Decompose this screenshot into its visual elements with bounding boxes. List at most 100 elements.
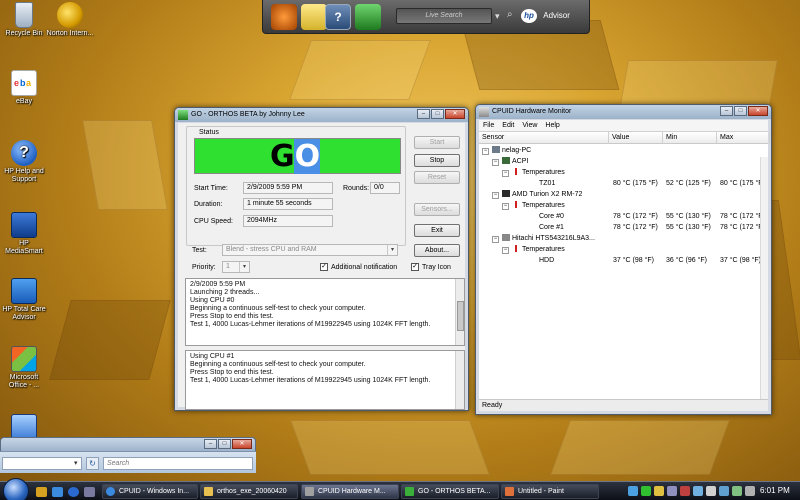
tray-hp-icon[interactable] (667, 486, 677, 496)
test-select[interactable]: Blend - stress CPU and RAM ▾ (222, 244, 398, 256)
sensor-min: 36 °C (96 °F) (666, 257, 707, 264)
collapse-icon[interactable]: − (502, 203, 509, 210)
tray-security-icon[interactable] (680, 486, 690, 496)
taskbar-item-orthos-folder[interactable]: orthos_exe_20060420 (200, 484, 298, 499)
tray-icon-checkbox[interactable]: ✓ Tray Icon (411, 263, 451, 272)
search-dropdown-icon[interactable]: ▾ (495, 11, 505, 21)
log-panel-cpu0[interactable]: 2/9/2009 5:59 PM Launching 2 threads... … (185, 278, 465, 346)
tray-norton-icon[interactable] (654, 486, 664, 496)
menu-edit[interactable]: Edit (502, 120, 514, 131)
tray-network-icon[interactable] (628, 486, 638, 496)
desktop-icon-ms-office[interactable]: Microsoft Office - ... (0, 346, 48, 390)
column-header-max[interactable]: Max (717, 132, 770, 144)
reset-button[interactable]: Reset (414, 171, 460, 184)
start-button[interactable]: Start (414, 136, 460, 149)
notes-icon[interactable] (301, 4, 327, 30)
desktop-icon-ebay[interactable]: e b a eBay (0, 70, 48, 106)
tree-row[interactable]: − Hitachi HTS543216L9A3... (479, 233, 768, 244)
desktop-icon-hp-total-care[interactable]: HP Total Care Advisor (0, 278, 48, 322)
sensor-scrollbar[interactable] (760, 157, 768, 399)
tray-sync-icon[interactable] (732, 486, 742, 496)
close-button[interactable]: ✕ (445, 109, 465, 119)
minimize-button[interactable]: – (720, 106, 733, 116)
tree-row[interactable]: − Temperatures (479, 200, 768, 211)
taskbar-item-cpuid-ie[interactable]: CPUID - Windows In... (102, 484, 198, 499)
close-button[interactable]: ✕ (232, 439, 252, 449)
internet-explorer-icon[interactable] (68, 487, 79, 497)
live-search-input[interactable]: Live Search (396, 8, 492, 24)
tray-misc-icon[interactable] (745, 486, 755, 496)
exit-button[interactable]: Exit (414, 224, 460, 237)
collapse-icon[interactable]: − (482, 148, 489, 155)
show-desktop-icon[interactable] (36, 487, 47, 497)
log-scrollbar[interactable] (455, 351, 464, 409)
address-bar[interactable] (2, 457, 82, 470)
collapse-icon[interactable]: − (502, 247, 509, 254)
media-icon[interactable] (84, 487, 95, 497)
tray-wireless-icon[interactable] (693, 486, 703, 496)
explorer-titlebar[interactable]: – □ ✕ (0, 437, 256, 451)
refresh-icon[interactable]: ↻ (86, 457, 99, 470)
column-header-value[interactable]: Value (609, 132, 663, 144)
sensors-button[interactable]: Sensors... (414, 203, 460, 216)
tree-row[interactable]: − nelag-PC (479, 145, 768, 156)
desktop-icon-recycle-bin[interactable]: Recycle Bin (0, 2, 48, 38)
minimize-button[interactable]: – (204, 439, 217, 449)
maximize-button[interactable]: □ (431, 109, 444, 119)
tree-row[interactable]: − ACPI (479, 156, 768, 167)
tray-volume-icon[interactable] (719, 486, 729, 496)
network-icon[interactable] (355, 4, 381, 30)
switch-windows-icon[interactable] (52, 487, 63, 497)
tray-battery-icon[interactable] (706, 486, 716, 496)
cpuid-titlebar[interactable]: CPUID Hardware Monitor – □ ✕ (476, 105, 771, 119)
menu-view[interactable]: View (522, 120, 537, 131)
priority-select[interactable]: 1 ▾ (222, 261, 250, 273)
sensor-max: 78 °C (172 °F) (720, 213, 765, 220)
desktop-icon-hp-help[interactable]: ? HP Help and Support (0, 140, 48, 184)
sensor-name: Core #0 (539, 213, 564, 220)
menu-help[interactable]: Help (545, 120, 559, 131)
search-icon[interactable]: ⌕ (507, 9, 519, 21)
go-letter-g: G (270, 139, 295, 174)
close-button[interactable]: ✕ (748, 106, 768, 116)
taskbar-item-paint[interactable]: Untitled - Paint (501, 484, 599, 499)
collapse-icon[interactable]: − (492, 159, 499, 166)
help-icon[interactable]: ? (325, 4, 351, 30)
taskbar-item-cpuid-hwmonitor[interactable]: CPUID Hardware M... (301, 484, 399, 499)
explorer-search-input[interactable]: Search (103, 457, 253, 470)
chevron-down-icon[interactable]: ▾ (74, 459, 78, 467)
tree-row-tz01[interactable]: TZ01 80 °C (175 °F) 52 °C (125 °F) 80 °C… (479, 178, 768, 189)
desktop-icon-hp-mediasmart[interactable]: HP MediaSmart (0, 212, 48, 256)
tools-icon[interactable] (271, 4, 297, 30)
scrollbar-thumb[interactable] (457, 301, 464, 331)
log-panel-cpu1[interactable]: Using CPU #1 Beginning a continuous self… (185, 350, 465, 410)
tree-row-core1[interactable]: Core #1 78 °C (172 °F) 55 °C (130 °F) 78… (479, 222, 768, 233)
desktop-icon-norton[interactable]: Norton Intern... (46, 2, 94, 38)
tree-row[interactable]: − AMD Turion X2 RM-72 (479, 189, 768, 200)
sensor-value: 80 °C (175 °F) (613, 180, 658, 187)
maximize-button[interactable]: □ (734, 106, 747, 116)
column-header-sensor[interactable]: Sensor (479, 132, 609, 144)
additional-notification-checkbox[interactable]: ✓ Additional notification (320, 263, 397, 272)
collapse-icon[interactable]: − (492, 192, 499, 199)
tree-row[interactable]: − Temperatures (479, 167, 768, 178)
tree-row-hdd[interactable]: HDD 37 °C (98 °F) 36 °C (96 °F) 37 °C (9… (479, 255, 768, 266)
tree-row-core0[interactable]: Core #0 78 °C (172 °F) 55 °C (130 °F) 78… (479, 211, 768, 222)
minimize-button[interactable]: – (417, 109, 430, 119)
orthos-titlebar[interactable]: GO - ORTHOS BETA by Johnny Lee – □ ✕ (175, 108, 468, 122)
menu-file[interactable]: File (483, 120, 494, 131)
log-scrollbar[interactable] (455, 279, 464, 345)
collapse-icon[interactable]: − (492, 236, 499, 243)
additional-notification-label: Additional notification (331, 264, 398, 271)
about-button[interactable]: About... (414, 244, 460, 257)
column-header-min[interactable]: Min (663, 132, 717, 144)
taskbar-item-orthos[interactable]: GO - ORTHOS BETA... (401, 484, 499, 499)
hp-advisor-button[interactable]: hp Advisor (521, 8, 587, 24)
tree-row[interactable]: − Temperatures (479, 244, 768, 255)
stop-button[interactable]: Stop (414, 154, 460, 167)
taskbar-clock[interactable]: 6:01 PM (760, 485, 790, 497)
start-button[interactable] (3, 478, 29, 500)
maximize-button[interactable]: □ (218, 439, 231, 449)
tray-orthos-icon[interactable] (641, 486, 651, 496)
collapse-icon[interactable]: − (502, 170, 509, 177)
